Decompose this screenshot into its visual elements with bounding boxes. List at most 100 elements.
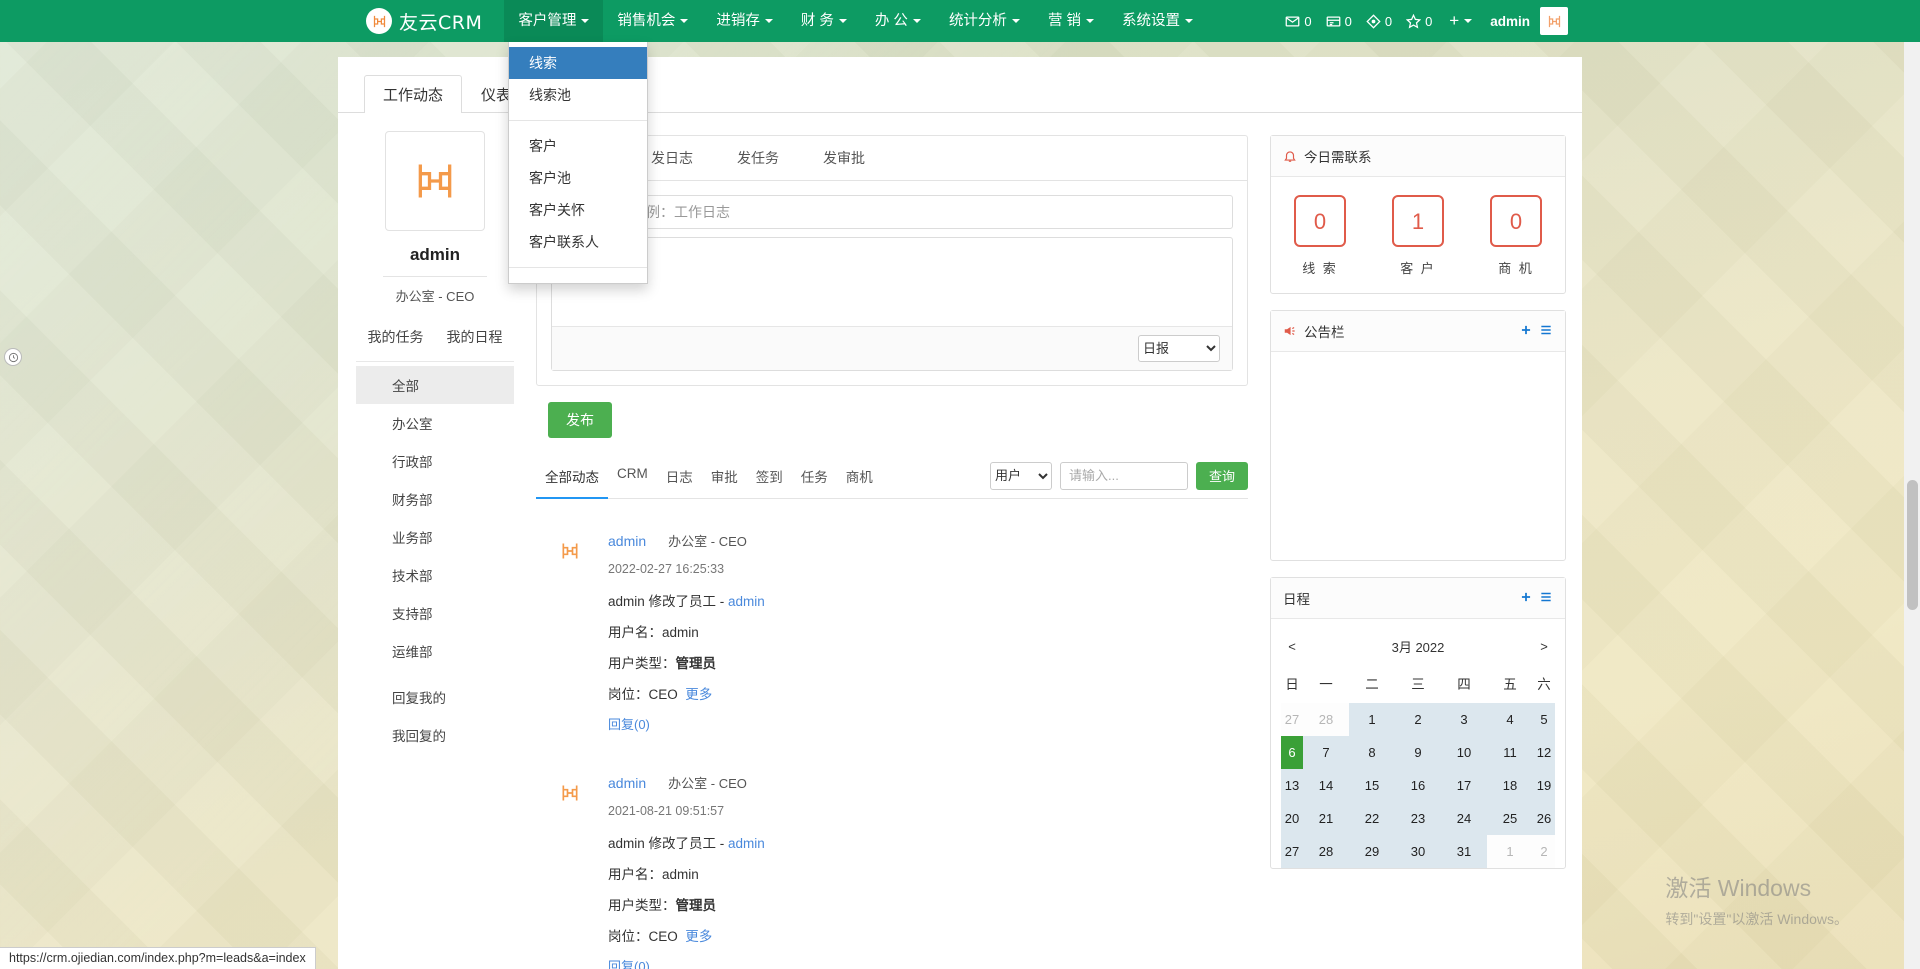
calendar-day[interactable]: 19 xyxy=(1533,769,1555,802)
calendar-day[interactable]: 11 xyxy=(1487,736,1533,769)
calendar-day[interactable]: 2 xyxy=(1533,835,1555,868)
scrollbar-thumb[interactable] xyxy=(1907,480,1918,610)
calendar-day[interactable]: 1 xyxy=(1349,703,1395,736)
dropdown-item-customer-care[interactable]: 客户关怀 xyxy=(509,194,647,226)
calendar-next-button[interactable]: > xyxy=(1533,629,1555,664)
filter-tab-crm[interactable]: CRM xyxy=(608,460,657,499)
calendar-day[interactable]: 7 xyxy=(1303,736,1349,769)
feed-user-name[interactable]: admin xyxy=(608,775,646,791)
dept-item-tech[interactable]: 技术部 xyxy=(356,556,514,594)
calendar-day[interactable]: 26 xyxy=(1533,802,1555,835)
feed-action-target[interactable]: admin xyxy=(728,594,765,609)
nav-item-system-settings[interactable]: 系统设置 xyxy=(1108,0,1207,42)
calendar-day[interactable]: 1 xyxy=(1487,835,1533,868)
calendar-day[interactable]: 22 xyxy=(1349,802,1395,835)
calendar-day[interactable]: 20 xyxy=(1281,802,1303,835)
calendar-day[interactable]: 4 xyxy=(1487,703,1533,736)
dept-item-business[interactable]: 业务部 xyxy=(356,518,514,556)
calendar-day[interactable]: 29 xyxy=(1349,835,1395,868)
cards-indicator[interactable]: 0 xyxy=(1319,14,1359,29)
calendar-day[interactable]: 3 xyxy=(1441,703,1487,736)
feed-avatar[interactable] xyxy=(560,773,586,969)
calendar-prev-button[interactable]: < xyxy=(1281,629,1303,664)
query-button[interactable]: 查询 xyxy=(1195,461,1248,490)
nav-item-office[interactable]: 办 公 xyxy=(861,0,935,42)
feed-avatar[interactable] xyxy=(560,531,586,733)
calendar-day[interactable]: 30 xyxy=(1395,835,1441,868)
calendar-day[interactable]: 25 xyxy=(1487,802,1533,835)
post-tab-approval[interactable]: 发审批 xyxy=(801,136,887,180)
dept-item-finance[interactable]: 财务部 xyxy=(356,480,514,518)
current-user-label[interactable]: admin xyxy=(1480,14,1540,29)
add-icon[interactable] xyxy=(1519,590,1533,607)
calendar-day[interactable]: 23 xyxy=(1395,802,1441,835)
calendar-day[interactable]: 27 xyxy=(1281,835,1303,868)
list-icon[interactable] xyxy=(1539,590,1553,607)
contact-stat-leads[interactable]: 0 线 索 xyxy=(1294,195,1346,277)
dropdown-item-customer-pool[interactable]: 客户池 xyxy=(509,162,647,194)
dept-item-support[interactable]: 支持部 xyxy=(356,594,514,632)
messages-indicator[interactable]: 0 xyxy=(1278,14,1318,29)
calendar-day[interactable]: 17 xyxy=(1441,769,1487,802)
calendar-day[interactable]: 8 xyxy=(1349,736,1395,769)
calendar-day[interactable]: 27 xyxy=(1281,703,1303,736)
dept-item-ops[interactable]: 运维部 xyxy=(356,632,514,670)
calendar-day[interactable]: 13 xyxy=(1281,769,1303,802)
filter-tab-checkin[interactable]: 签到 xyxy=(747,460,792,499)
calendar-day-today[interactable]: 6 xyxy=(1281,736,1303,769)
contact-stat-opportunities[interactable]: 0 商 机 xyxy=(1490,195,1542,277)
history-toggle-button[interactable] xyxy=(4,348,22,366)
calendar-day[interactable]: 28 xyxy=(1303,703,1349,736)
nav-item-inventory[interactable]: 进销存 xyxy=(702,0,787,42)
feed-reply-link[interactable]: 回复(0) xyxy=(608,956,765,969)
calendar-day[interactable]: 24 xyxy=(1441,802,1487,835)
post-type-select[interactable]: 日报 周报 月报 xyxy=(1138,335,1220,362)
calendar-day[interactable]: 21 xyxy=(1303,802,1349,835)
calendar-day[interactable]: 5 xyxy=(1533,703,1555,736)
dropdown-item-customer[interactable]: 客户 xyxy=(509,130,647,162)
calendar-day[interactable]: 9 xyxy=(1395,736,1441,769)
tab-work-feed[interactable]: 工作动态 xyxy=(364,75,463,113)
dept-item-admin[interactable]: 行政部 xyxy=(356,442,514,480)
favorites-indicator[interactable]: 0 xyxy=(1399,13,1439,29)
dropdown-item-lead-pool[interactable]: 线索池 xyxy=(509,79,647,111)
dropdown-item-leads[interactable]: 线索 xyxy=(509,47,647,79)
profile-tab-my-tasks[interactable]: 我的任务 xyxy=(368,327,424,347)
filter-tab-all[interactable]: 全部动态 xyxy=(536,460,608,499)
tasks-indicator[interactable]: 0 xyxy=(1359,14,1399,29)
filter-tab-approval[interactable]: 审批 xyxy=(702,460,747,499)
calendar-day[interactable]: 14 xyxy=(1303,769,1349,802)
avatar[interactable] xyxy=(1540,7,1568,35)
calendar-day[interactable]: 18 xyxy=(1487,769,1533,802)
calendar-day[interactable]: 31 xyxy=(1441,835,1487,868)
calendar-day[interactable]: 10 xyxy=(1441,736,1487,769)
filter-tab-opportunity[interactable]: 商机 xyxy=(837,460,882,499)
feed-action-target[interactable]: admin xyxy=(728,836,765,851)
profile-avatar[interactable] xyxy=(385,131,485,231)
search-scope-select[interactable]: 用户 部门 xyxy=(989,461,1052,490)
feed-more-link[interactable]: 更多 xyxy=(685,687,712,702)
post-title-input[interactable] xyxy=(551,195,1233,229)
calendar-day[interactable]: 16 xyxy=(1395,769,1441,802)
calendar-day[interactable]: 12 xyxy=(1533,736,1555,769)
list-icon[interactable] xyxy=(1539,323,1553,340)
feed-user-name[interactable]: admin xyxy=(608,533,646,549)
post-tab-task[interactable]: 发任务 xyxy=(715,136,801,180)
nav-item-marketing[interactable]: 营 销 xyxy=(1034,0,1108,42)
feed-reply-link[interactable]: 回复(0) xyxy=(608,714,765,733)
browser-scrollbar[interactable] xyxy=(1904,0,1920,969)
nav-item-sales-opportunity[interactable]: 销售机会 xyxy=(603,0,702,42)
filter-tab-task[interactable]: 任务 xyxy=(792,460,837,499)
nav-item-customer-management[interactable]: 客户管理 xyxy=(504,0,604,42)
contact-stat-customers[interactable]: 1 客 户 xyxy=(1392,195,1444,277)
dept-item-my-replies[interactable]: 我回复的 xyxy=(356,716,514,754)
calendar-day[interactable]: 15 xyxy=(1349,769,1395,802)
dept-item-all[interactable]: 全部 xyxy=(356,366,514,404)
nav-item-statistics[interactable]: 统计分析 xyxy=(935,0,1034,42)
calendar-day[interactable]: 28 xyxy=(1303,835,1349,868)
post-editor-area[interactable] xyxy=(552,238,1232,326)
brand-logo-area[interactable]: 友云CRM xyxy=(366,8,482,35)
profile-tab-my-schedule[interactable]: 我的日程 xyxy=(447,327,503,347)
quick-add-button[interactable]: + xyxy=(1439,11,1480,31)
nav-item-finance[interactable]: 财 务 xyxy=(787,0,861,42)
